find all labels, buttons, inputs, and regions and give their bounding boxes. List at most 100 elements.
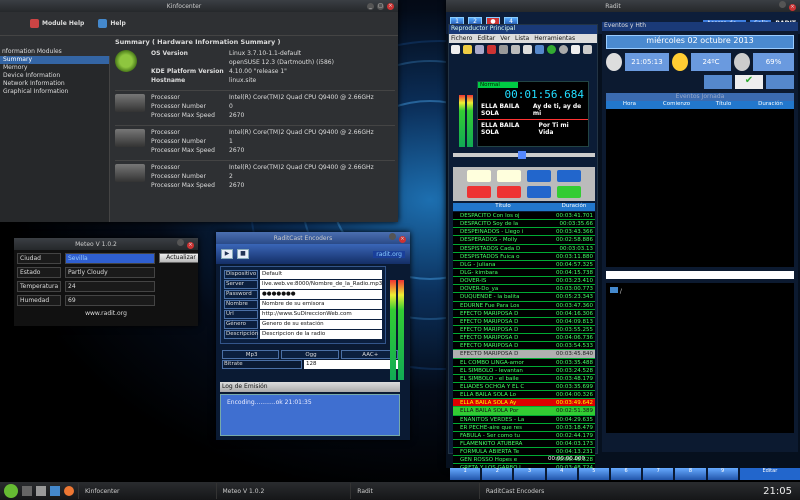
format-mp3[interactable]: Mp3 [222,350,280,359]
radit-link[interactable]: radit.org [373,250,405,258]
close-icon[interactable]: × [788,4,796,11]
kinfocenter-titlebar[interactable]: Kinfocenter _ □ × [0,0,398,12]
menu-lista[interactable]: Lista [515,35,529,42]
close-icon[interactable]: × [398,236,406,243]
field-input[interactable]: Genero de su estación [260,320,382,329]
module-help-button[interactable]: Module Help [30,19,84,28]
next-button[interactable] [557,170,581,182]
playlist-row[interactable]: EFECTO MARIPOSA D 00:03:45.840 [453,350,595,359]
play-icon[interactable]: ▶ [221,249,233,259]
playlist-row[interactable]: ELLA BAILA SOLA Ay 00:03:49.642 [453,399,595,408]
settings-icon[interactable] [583,45,592,54]
meteo-url[interactable]: www.radit.org [14,310,198,317]
copy-icon[interactable] [511,45,520,54]
files-icon[interactable] [36,486,46,496]
close-icon[interactable]: × [187,242,194,249]
bottom-tab-6[interactable]: 6 [610,468,642,480]
stop-icon[interactable]: ■ [237,249,249,259]
playlist-row[interactable]: EL SIMBOLO - el baile 00:03:48.179 [453,375,595,383]
playlist-row[interactable]: FORMULA ABIERTA Te 00:04:13.231 [453,448,595,457]
ciudad-input[interactable]: Sevilla [65,253,155,264]
task-meteo[interactable]: Meteo V 1.0.2 [215,483,271,499]
pause-button[interactable] [497,170,521,182]
progress-slider[interactable] [453,151,595,159]
playlist-row[interactable]: DESPISTADOS Cada D 00:03:03.13 [453,245,595,253]
events-input[interactable] [606,271,794,279]
playlist-row[interactable]: DESPACITO Con los oj 00:03:41.701 [453,212,595,221]
bottom-tab-4[interactable]: 4 [546,468,577,480]
module-item-network[interactable]: Network Information [0,80,109,88]
playlist-row[interactable]: DLG - Juliana 00:04:57.325 [453,261,595,269]
taskbar-clock[interactable]: 21:05 [763,486,792,497]
playlist-row[interactable]: EL COMBO LINGA-amor 00:03:35.488 [453,359,595,367]
editar-button[interactable]: Editar [739,468,800,480]
rewind-button[interactable] [467,185,491,198]
microphone-icon[interactable] [535,45,544,54]
raditcast-titlebar[interactable]: RaditCast Encoders × [216,232,410,244]
playlist-row[interactable]: ENANITOS VERDES - La 00:04:29.635 [453,416,595,424]
field-input[interactable]: Descripcion de la radio [260,330,382,339]
new-file-icon[interactable] [451,45,460,54]
folder-tree[interactable]: / [606,283,794,433]
menu-editar[interactable]: Editar [477,35,495,42]
delete-icon[interactable] [487,45,496,54]
pager-icon[interactable] [50,486,60,496]
playlist-row[interactable]: FLAMENKITO ATUBERA 00:04:03.173 [453,440,595,449]
module-item-memory[interactable]: Memory [0,64,109,72]
loop-button[interactable] [527,185,551,198]
maximize-icon[interactable]: □ [377,3,384,10]
tools-icon[interactable] [571,45,580,54]
bottom-tab-5[interactable]: 5 [578,468,609,480]
menu-ver[interactable]: Ver [500,35,510,42]
actualizar-button[interactable]: Actualizar [159,253,198,263]
bottom-tab-2[interactable]: 2 [482,468,513,480]
open-folder-icon[interactable] [463,45,472,54]
playlist-row[interactable]: DOVER-IS 00:03:23.410 [453,277,595,286]
cut-icon[interactable] [499,45,508,54]
check-icon[interactable]: ✔ [735,75,763,89]
sync-icon[interactable] [704,75,732,89]
minimize-icon[interactable] [388,233,396,240]
firefox-icon[interactable] [64,486,74,496]
playlist-row[interactable]: EFECTO MARIPOSA D 00:04:09.813 [453,318,595,326]
field-input[interactable]: http://www.SuDireccionWeb.com [260,310,382,319]
clock-icon[interactable] [559,45,568,54]
minimize-icon[interactable] [778,1,786,8]
format-ogg[interactable]: Ogg [281,350,339,359]
module-item-graphical[interactable]: Graphical Information [0,88,109,96]
stop-button[interactable] [527,170,551,182]
bottom-tab-3[interactable]: 3 [514,468,545,480]
desktop-icon[interactable] [22,486,32,496]
refresh-icon[interactable] [547,45,556,54]
forward-button[interactable] [497,185,521,198]
playlist-row[interactable]: ELLA BAILA SOLA Lo 00:04:00.326 [453,391,595,400]
minimize-icon[interactable]: _ [367,3,374,10]
events-list[interactable] [606,109,794,267]
help-button[interactable]: Help [98,19,126,28]
playlist-row[interactable]: EFECTO MARIPOSA D 00:04:06.736 [453,334,595,343]
timer-icon[interactable] [766,75,794,89]
playlist-row[interactable]: FABULA - Ser como tu 00:02:44.179 [453,432,595,440]
playlist-row[interactable]: DESPEINADOS - Llego i 00:03:43.366 [453,228,595,237]
bottom-tab-1[interactable]: 1 [450,468,481,480]
task-radit[interactable]: Radit [350,483,379,499]
col-titulo[interactable]: Título [453,203,553,211]
col-comienzo[interactable]: Comienzo [653,101,700,109]
radit-titlebar[interactable]: Radit × [446,0,800,12]
playlist-row[interactable]: ER PECHE-aire que res 00:03:18.479 [453,424,595,432]
crossfade-button[interactable] [557,185,581,198]
field-input[interactable]: live.web.ve:8000/Nombre_de_la_Radio.mp3 [260,280,382,289]
playlist-row[interactable]: DESPISTADOS Fuica o 00:03:11.880 [453,253,595,261]
field-input[interactable]: ●●●●●●● [260,290,382,299]
field-input[interactable]: Default [260,270,382,279]
playlist-row[interactable]: DUQUENDE - la balita 00:05:23.343 [453,293,595,302]
minimize-icon[interactable] [177,239,184,246]
app-menu-icon[interactable] [4,484,18,498]
playlist-row[interactable]: DLG- kimbara 00:04:15.738 [453,269,595,278]
meteo-titlebar[interactable]: Meteo V 1.0.2 × [14,238,198,250]
module-item-summary[interactable]: Summary [0,56,109,64]
playlist-row[interactable]: EL SIMBOLO - levantan 00:03:24.528 [453,367,595,375]
bottom-tab-7[interactable]: 7 [643,468,674,480]
playlist-row[interactable]: ELLA BAILA SOLA Por 00:02:51.389 [453,407,595,416]
col-duracion[interactable]: Duración [747,101,794,109]
